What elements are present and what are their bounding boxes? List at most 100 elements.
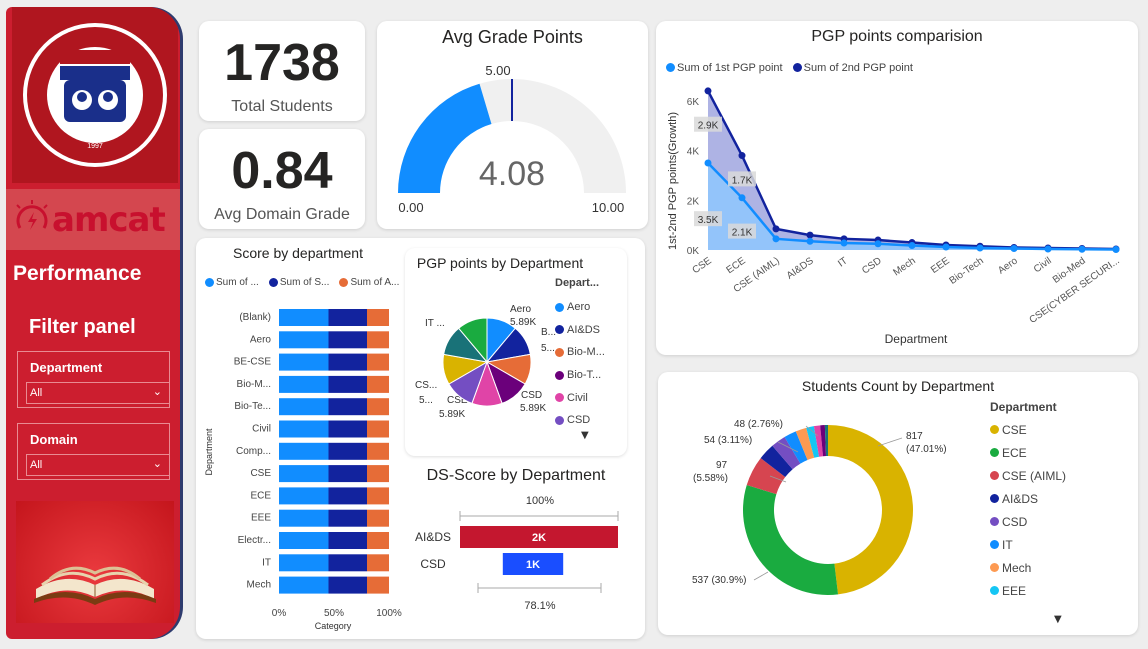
data-point	[738, 152, 746, 160]
sidebar: 1997 amcat Performance Filter panel Depa…	[6, 7, 180, 639]
total-students-label: Total Students	[231, 98, 333, 115]
legend-dot	[205, 278, 214, 287]
legend-item[interactable]: AI&DS	[555, 319, 605, 342]
legend-item[interactable]: Civil	[555, 386, 605, 409]
legend-label: CSE (AIML)	[1002, 468, 1067, 483]
bar-segment	[367, 509, 389, 527]
legend-item[interactable]: IT	[990, 533, 1066, 556]
bar-segment	[279, 309, 329, 326]
bar-segment	[328, 398, 367, 416]
department-dropdown-value: All	[30, 387, 43, 399]
legend-item[interactable]: CSD	[555, 409, 605, 432]
legend-item[interactable]: CSE	[990, 418, 1066, 441]
bar-segment	[328, 465, 367, 483]
y-tick-label: EEE	[251, 513, 271, 524]
legend-scroll-down-icon[interactable]: ▼	[1054, 614, 1062, 625]
data-point	[772, 235, 780, 243]
pie-label: 5.89K	[520, 403, 546, 414]
legend-dot	[268, 278, 278, 287]
legend-dot	[990, 494, 999, 503]
bar-segment	[279, 487, 329, 505]
svg-text:1997: 1997	[87, 143, 103, 150]
x-tick-label: 0%	[272, 608, 287, 619]
donut-label: 97	[716, 460, 728, 471]
ds-score-chart: 100% 78.1% AI&DS 2K CSD 1K	[415, 495, 619, 612]
total-students-card: 1738 Total Students	[199, 21, 365, 121]
legend-item[interactable]: ECE	[990, 441, 1066, 464]
legend-item[interactable]: AI&DS	[990, 487, 1066, 510]
legend-item[interactable]: CSE (AIML)	[990, 464, 1066, 487]
x-tick-label: CSE	[691, 255, 714, 276]
legend-item[interactable]: Bio-M...	[555, 341, 605, 364]
score-legend: Sum of ... Sum of S... Sum of A...	[205, 272, 404, 291]
bar-segment	[367, 375, 389, 393]
data-point	[738, 194, 746, 202]
department-dropdown[interactable]: All ⌄	[26, 382, 170, 404]
legend-dot	[990, 517, 999, 526]
legend-item[interactable]: CSD	[990, 510, 1066, 533]
pie-label: Aero	[510, 304, 532, 315]
legend-item[interactable]: Sum of A...	[339, 277, 399, 288]
y-tick-label: Electr...	[238, 535, 271, 546]
y-tick-label: ECE	[250, 490, 271, 501]
bar-segment	[279, 331, 329, 349]
legend-label: EEE	[1002, 583, 1027, 598]
legend-dot	[555, 325, 564, 335]
bar-segment	[328, 353, 367, 371]
pie-label: CSD	[521, 390, 542, 401]
legend-item[interactable]: Sum of S...	[268, 277, 330, 288]
x-tick-label: AI&DS	[785, 255, 816, 281]
x-tick-label: CSD	[860, 255, 884, 276]
score-title: Score by department	[233, 245, 363, 261]
legend-dot	[990, 471, 999, 480]
bar-segment	[328, 420, 367, 438]
pie-label: 5.89K	[439, 409, 465, 420]
domain-slicer: Domain All ⌄	[17, 423, 170, 480]
pgp-comparison-card: PGP points comparision Sum of 1st PGP po…	[656, 21, 1138, 355]
data-point	[1112, 246, 1120, 254]
legend-dot	[990, 448, 999, 457]
legend-label: Bio-T...	[567, 369, 602, 382]
legend-item[interactable]: EEE	[990, 579, 1066, 602]
pgp-comparison-chart: 1st-2nd PGP points(Growth) Department 0K…	[667, 87, 1122, 346]
chevron-down-icon: ⌄	[152, 458, 162, 470]
domain-dropdown[interactable]: All ⌄	[26, 454, 170, 476]
data-point	[1078, 245, 1086, 253]
legend-item[interactable]: Aero	[555, 296, 605, 319]
bar-segment	[328, 331, 367, 349]
x-tick-label: 50%	[324, 608, 344, 619]
legend-dot	[555, 370, 564, 380]
donut-label: (5.58%)	[693, 473, 728, 484]
legend-dot	[339, 278, 349, 287]
bar-segment	[328, 509, 367, 527]
pie-label: 5...	[419, 395, 433, 406]
pgp-pie-legend-title: Depart...	[555, 277, 600, 289]
legend-dot	[990, 425, 999, 434]
bar-segment	[279, 375, 329, 393]
legend-item[interactable]: Mech	[990, 556, 1066, 579]
legend-label: Civil	[567, 391, 588, 404]
legend-item[interactable]: Bio-T...	[555, 364, 605, 387]
performance-heading: Performance	[13, 262, 142, 285]
ds-bottom-label: 78.1%	[524, 600, 555, 612]
leader-line	[877, 437, 903, 447]
bar-segment	[279, 420, 329, 438]
x-tick-label: 100%	[376, 608, 402, 619]
legend-scroll-down-icon[interactable]: ▼	[581, 430, 589, 441]
avg-domain-grade-label: Avg Domain Grade	[214, 206, 350, 223]
leader-line	[753, 571, 769, 581]
x-axis-title: Category	[315, 621, 352, 631]
data-point	[704, 87, 712, 95]
gauge-max: 10.00	[592, 200, 625, 215]
y-tick-label: BE-CSE	[234, 357, 272, 368]
donut-label: 817	[906, 431, 923, 442]
legend-label: Sum of S...	[279, 277, 330, 288]
data-label: 1.7K	[732, 175, 753, 186]
legend-item[interactable]: Sum of ...	[205, 277, 259, 288]
data-point	[976, 244, 984, 252]
x-tick-label: EEE	[929, 255, 952, 276]
legend-label: CSD	[567, 414, 591, 427]
donut-slice	[828, 425, 914, 595]
y-axis-title: 1st-2nd PGP points(Growth)	[667, 112, 679, 250]
bar-segment	[328, 576, 367, 594]
